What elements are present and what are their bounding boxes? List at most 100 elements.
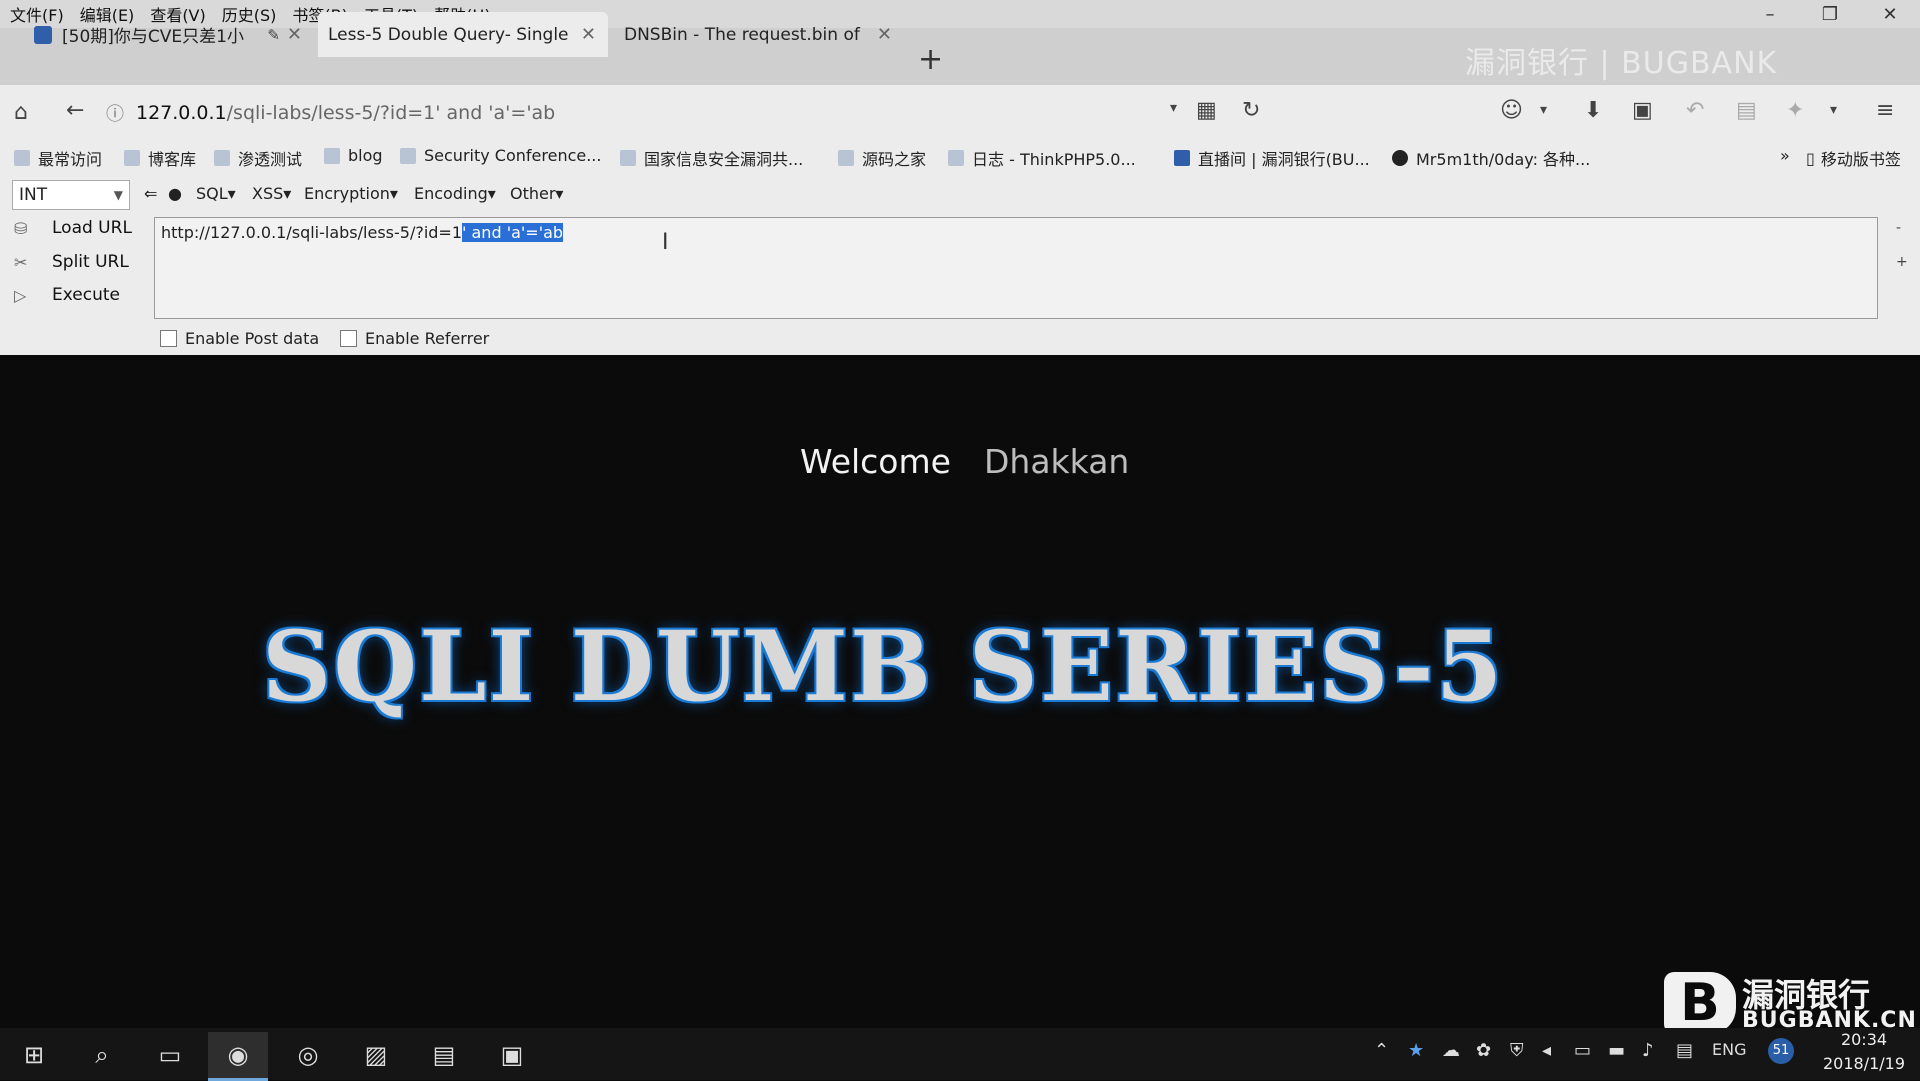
- tray-star-icon[interactable]: ★: [1408, 1040, 1424, 1061]
- expand-icon[interactable]: +: [1896, 254, 1908, 270]
- tab-less5[interactable]: Less-5 Double Query- Single ✕: [318, 12, 608, 57]
- hackbar-load-url[interactable]: ⛁ Load URL: [14, 218, 132, 238]
- firefox-icon[interactable]: ◉: [208, 1032, 268, 1081]
- url-host: 127.0.0.1: [136, 102, 227, 124]
- hackbar-dot-icon[interactable]: ●: [168, 184, 182, 203]
- notification-icon[interactable]: ▤: [1676, 1040, 1693, 1061]
- hackbar-type-select[interactable]: INT ▼: [12, 180, 130, 210]
- tray-app-icon[interactable]: ✿: [1476, 1040, 1491, 1061]
- hackbar-split-url[interactable]: ✂ Split URL: [14, 252, 129, 272]
- clock-date: 2018/1/19: [1822, 1054, 1906, 1073]
- terminal-app-icon[interactable]: ▣: [482, 1032, 542, 1078]
- bookmark-mobile[interactable]: ▯ 移动版书签: [1806, 146, 1901, 170]
- page-banner-title: SQLI DUMB SERIES-5: [262, 610, 1505, 723]
- enable-post-checkbox[interactable]: Enable Post data: [160, 329, 319, 348]
- checkbox-box: [160, 330, 177, 347]
- folder-icon: [838, 150, 854, 166]
- hackbar-url-textarea[interactable]: http://127.0.0.1/sqli-labs/less-5/?id=1'…: [154, 217, 1878, 319]
- hackbar-menu-sql[interactable]: SQL▾: [196, 184, 236, 203]
- hackbar-arrow-icon[interactable]: ⇐: [144, 184, 157, 203]
- sidebar-icon[interactable]: ▣: [1632, 98, 1653, 123]
- extension-icon[interactable]: ☺: [1500, 98, 1523, 123]
- close-tab-icon[interactable]: ✕: [581, 24, 596, 45]
- bookmarks-overflow-button[interactable]: »: [1780, 146, 1790, 165]
- checkbox-box: [340, 330, 357, 347]
- screenshot-icon[interactable]: ▤: [1736, 98, 1757, 123]
- bookmark-pentest[interactable]: 渗透测试: [214, 146, 302, 170]
- url-text-selection: ' and 'a'='ab: [462, 223, 564, 242]
- undo-icon[interactable]: ↶: [1686, 98, 1704, 123]
- window-controls: – ❐ ✕: [1740, 0, 1920, 28]
- notification-badge[interactable]: 51: [1768, 1038, 1794, 1064]
- pin-icon: ✎: [267, 25, 280, 44]
- app-p-icon[interactable]: ▨: [346, 1032, 406, 1078]
- tab-label: DNSBin - The request.bin of: [624, 24, 860, 45]
- brand-watermark-top: 漏洞银行 | BUGBANK: [1465, 46, 1778, 81]
- window-app-icon[interactable]: ▤: [414, 1032, 474, 1078]
- url-path: /sqli-labs/less-5/?id=1' and 'a'='ab: [226, 102, 556, 124]
- hackbar-menu-encoding[interactable]: Encoding▾: [414, 184, 496, 203]
- tab-cve[interactable]: [50期]你与CVE只差1小 ✎ ✕: [24, 12, 314, 57]
- file-explorer-icon[interactable]: ▭: [140, 1032, 200, 1078]
- tab-label: Less-5 Double Query- Single: [328, 24, 569, 45]
- info-icon[interactable]: ⓘ: [106, 100, 124, 126]
- hackbar-menu-other[interactable]: Other▾: [510, 184, 563, 203]
- tab-label: [50期]你与CVE只差1小: [62, 27, 244, 47]
- tray-security-icon[interactable]: ⛨: [1510, 1040, 1524, 1061]
- hackbar-menu-encryption[interactable]: Encryption▾: [304, 184, 398, 203]
- shrink-icon[interactable]: -: [1896, 220, 1901, 236]
- close-window-icon[interactable]: ✕: [1860, 4, 1920, 25]
- tray-network-icon[interactable]: ▭: [1574, 1040, 1591, 1061]
- hamburger-menu-icon[interactable]: ≡: [1876, 98, 1894, 123]
- tab-dnsbin[interactable]: DNSBin - The request.bin of ✕: [614, 12, 904, 57]
- tray-wechat-icon[interactable]: ☁: [1442, 1040, 1460, 1061]
- close-tab-icon[interactable]: ✕: [877, 24, 892, 45]
- tools-icon[interactable]: ✦: [1786, 98, 1804, 123]
- search-icon[interactable]: ⌕: [72, 1032, 132, 1078]
- phone-icon: ▯: [1806, 148, 1815, 168]
- cloud-icon: [948, 150, 964, 166]
- bookmark-live-room[interactable]: 直播间 | 漏洞银行(BU...: [1174, 146, 1370, 170]
- tray-battery-icon[interactable]: ▬: [1608, 1040, 1625, 1061]
- dropdown-icon[interactable]: ▾: [1540, 102, 1547, 118]
- home-icon[interactable]: ⌂: [14, 100, 28, 125]
- address-bar[interactable]: ⓘ 127.0.0.1 /sqli-labs/less-5/?id=1' and…: [106, 94, 1206, 132]
- restore-icon[interactable]: ❐: [1800, 4, 1860, 25]
- volume-icon[interactable]: ♪: [1642, 1040, 1654, 1061]
- reload-icon[interactable]: ↻: [1242, 98, 1260, 123]
- github-icon: [1392, 150, 1408, 166]
- windows-start-icon[interactable]: ⊞: [4, 1032, 64, 1078]
- url-text: http://127.0.0.1/sqli-labs/less-5/?id=1: [161, 223, 463, 242]
- dropdown-icon[interactable]: ▾: [1170, 100, 1177, 116]
- bookmark-blog-lib[interactable]: 博客库: [124, 146, 196, 170]
- enable-referrer-checkbox[interactable]: Enable Referrer: [340, 329, 489, 348]
- folder-icon: [214, 150, 230, 166]
- bookmark-github-0day[interactable]: Mr5m1th/0day: 各种...: [1392, 146, 1590, 170]
- qr-icon[interactable]: ▦: [1196, 98, 1217, 123]
- input-language[interactable]: ENG: [1712, 1040, 1746, 1059]
- hackbar-menu-xss[interactable]: XSS▾: [252, 184, 291, 203]
- bookmark-source-home[interactable]: 源码之家: [838, 146, 926, 170]
- welcome-text: Welcome: [800, 442, 951, 481]
- globe-icon: [400, 147, 416, 164]
- dropdown-icon[interactable]: ▾: [1830, 102, 1837, 118]
- back-icon[interactable]: ←: [66, 98, 84, 123]
- browser-icon[interactable]: ◎: [278, 1032, 338, 1078]
- new-tab-button[interactable]: +: [918, 42, 943, 77]
- hackbar-execute[interactable]: ▷ Execute: [14, 285, 120, 305]
- bookmark-blog[interactable]: blog: [324, 146, 383, 165]
- tray-audio-icon[interactable]: ◂: [1542, 1040, 1551, 1061]
- taskbar-clock[interactable]: 20:34 2018/1/19: [1814, 1028, 1914, 1076]
- close-tab-icon[interactable]: ✕: [287, 24, 302, 45]
- bookmark-icon: [14, 150, 30, 166]
- globe-icon: [620, 150, 636, 166]
- minimize-icon[interactable]: –: [1740, 4, 1800, 25]
- bookmark-thinkphp-log[interactable]: 日志 - ThinkPHP5.0...: [948, 146, 1136, 170]
- bookmark-security-conference[interactable]: Security Conference...: [400, 146, 601, 165]
- bookmark-most-visited[interactable]: 最常访问: [14, 146, 102, 170]
- book-icon: [1174, 150, 1190, 166]
- download-icon[interactable]: ⬇: [1584, 98, 1602, 123]
- bookmark-cnvd[interactable]: 国家信息安全漏洞共...: [620, 146, 803, 170]
- tray-expand-icon[interactable]: ⌃: [1374, 1040, 1389, 1061]
- book-icon: [34, 25, 52, 44]
